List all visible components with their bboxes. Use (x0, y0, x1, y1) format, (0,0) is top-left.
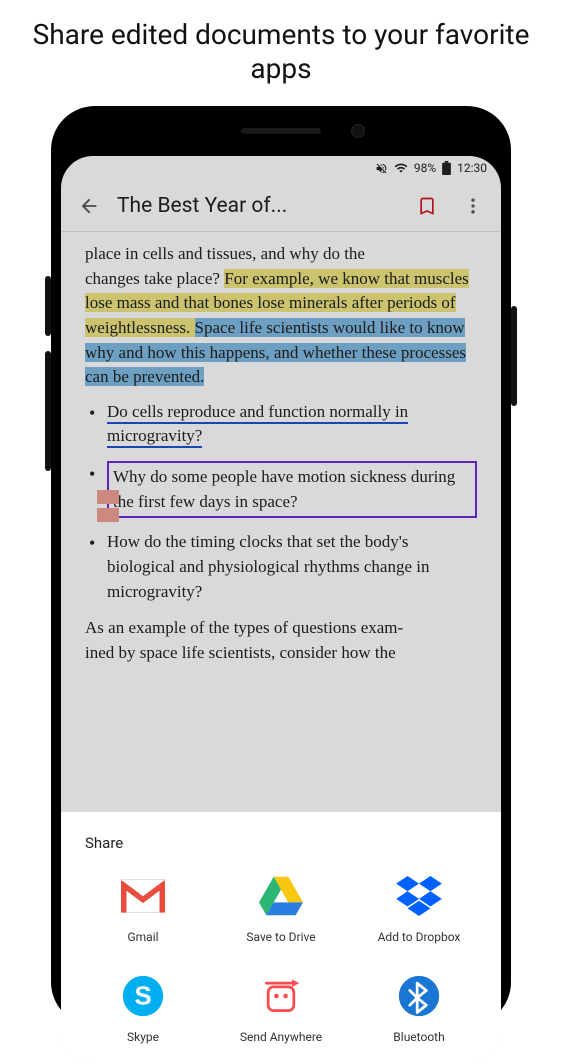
promo-title: Share edited documents to your favorite … (0, 0, 562, 95)
svg-text:S: S (134, 982, 151, 1010)
gmail-icon (119, 872, 167, 920)
skype-icon: S (119, 972, 167, 1020)
doc-text: ined by space life scientists, consider … (85, 643, 396, 662)
dropbox-icon (395, 872, 443, 920)
page-title: The Best Year of... (117, 194, 399, 218)
share-item-drive[interactable]: Save to Drive (217, 872, 345, 944)
drive-icon (257, 872, 305, 920)
arrow-left-icon (78, 195, 100, 217)
phone-screen: 98% 12:30 The Best Year of... place in c… (61, 156, 501, 1064)
share-item-label: Gmail (127, 930, 158, 944)
share-item-bluetooth[interactable]: Bluetooth (355, 972, 483, 1044)
share-item-label: Add to Dropbox (378, 930, 461, 944)
clock-time: 12:30 (457, 161, 487, 175)
doc-text: How do the timing clocks that set the bo… (107, 532, 429, 600)
more-vert-icon (463, 196, 483, 216)
phone-frame: 98% 12:30 The Best Year of... place in c… (51, 106, 511, 1026)
app-bar: The Best Year of... (61, 180, 501, 232)
share-item-gmail[interactable]: Gmail (79, 872, 207, 944)
doc-text: changes take place? (85, 269, 224, 288)
bluetooth-icon (395, 972, 443, 1020)
bullet-item: Do cells reproduce and function normally… (85, 400, 477, 449)
underline-blue: Do cells reproduce and function normally… (107, 402, 408, 449)
phone-side-button (45, 276, 51, 336)
doc-text: place in cells and tissues, and why do t… (85, 244, 365, 263)
share-item-skype[interactable]: S Skype (79, 972, 207, 1044)
phone-side-button (45, 351, 51, 471)
overflow-menu-button[interactable] (455, 188, 491, 224)
bookmark-button[interactable] (409, 188, 445, 224)
mute-icon (375, 162, 388, 175)
margin-mark (97, 490, 119, 504)
doc-paragraph: As an example of the types of questions … (85, 616, 477, 665)
share-sheet: Share Gmail Save to Drive (61, 812, 501, 1064)
share-item-label: Bluetooth (393, 1030, 444, 1044)
bullet-item: Why do some people have motion sickness … (85, 461, 477, 518)
bookmark-icon (417, 196, 437, 216)
share-sheet-title: Share (79, 834, 483, 852)
status-bar: 98% 12:30 (61, 156, 501, 180)
battery-percent: 98% (414, 161, 436, 175)
share-item-sendanywhere[interactable]: Send Anywhere (217, 972, 345, 1044)
battery-icon (442, 161, 451, 175)
doc-paragraph: place in cells and tissues, and why do t… (85, 242, 477, 390)
doc-bullets: Do cells reproduce and function normally… (85, 400, 477, 604)
send-anywhere-icon (257, 972, 305, 1020)
share-item-label: Skype (127, 1030, 159, 1044)
share-item-label: Save to Drive (246, 930, 315, 944)
boxed-purple: Why do some people have motion sickness … (107, 461, 477, 518)
document-viewer[interactable]: place in cells and tissues, and why do t… (61, 232, 501, 666)
wifi-icon (394, 161, 408, 175)
margin-mark (97, 508, 119, 522)
phone-side-button (511, 306, 517, 406)
share-grid: Gmail Save to Drive Add to Dropbox (79, 872, 483, 1044)
share-item-dropbox[interactable]: Add to Dropbox (355, 872, 483, 944)
back-button[interactable] (71, 188, 107, 224)
share-item-label: Send Anywhere (240, 1030, 322, 1044)
doc-text: As an example of the types of questions … (85, 618, 403, 637)
bullet-item: How do the timing clocks that set the bo… (85, 530, 477, 604)
